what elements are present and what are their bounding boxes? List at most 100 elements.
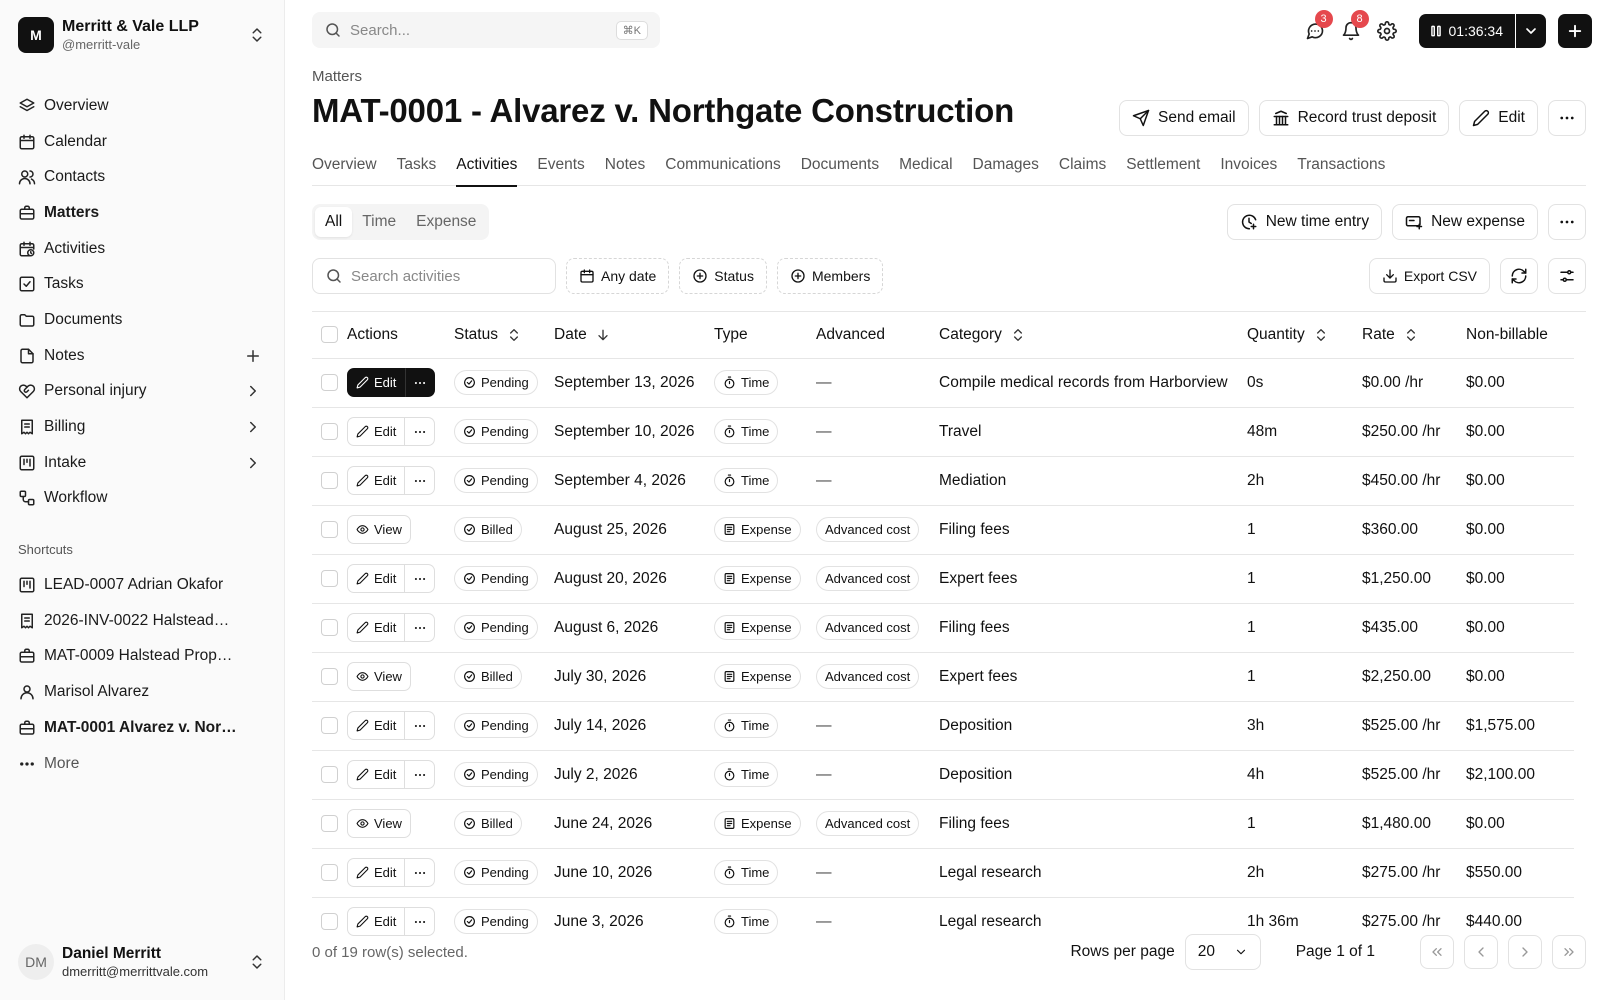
edit-row-button[interactable]: Edit <box>347 417 406 446</box>
row-checkbox[interactable] <box>321 619 338 636</box>
messages-button[interactable]: 3 <box>1297 10 1333 48</box>
shortcut-item[interactable]: More <box>0 746 284 782</box>
matter-more-button[interactable] <box>1548 100 1586 136</box>
first-page-button[interactable] <box>1420 935 1454 969</box>
tab-medical[interactable]: Medical <box>899 152 952 186</box>
edit-matter-button[interactable]: Edit <box>1459 100 1538 136</box>
column-header-date[interactable]: Date <box>554 326 714 344</box>
sidebar-item-overview[interactable]: Overview <box>0 88 284 124</box>
table-row[interactable]: View Billed July 30, 2026 Expense Advanced c… <box>312 652 1574 702</box>
sidebar-item-calendar[interactable]: Calendar <box>0 124 284 160</box>
edit-row-button[interactable]: Edit <box>347 564 406 593</box>
row-more-button[interactable] <box>405 564 436 593</box>
row-more-button[interactable] <box>405 417 436 446</box>
create-button[interactable] <box>1558 14 1592 48</box>
row-more-button[interactable] <box>405 368 436 397</box>
send-email-button[interactable]: Send email <box>1119 100 1249 136</box>
export-csv-button[interactable]: Export CSV <box>1368 258 1490 294</box>
row-more-button[interactable] <box>405 858 436 887</box>
record-trust-deposit-button[interactable]: Record trust deposit <box>1258 100 1450 136</box>
table-row[interactable]: Edit Pending July 14, 2026 Time — Deposition 3… <box>312 701 1574 751</box>
view-row-button[interactable]: View <box>347 662 411 691</box>
sidebar-item-activities[interactable]: Activities <box>0 231 284 267</box>
edit-row-button[interactable]: Edit <box>347 613 406 642</box>
plus-icon[interactable] <box>244 347 262 365</box>
new-expense-button[interactable]: New expense <box>1392 204 1538 240</box>
column-header-quantity[interactable]: Quantity <box>1247 326 1362 344</box>
segment-all[interactable]: All <box>315 207 353 237</box>
table-row[interactable]: Edit Pending July 2, 2026 Time — Deposition 4h… <box>312 750 1574 800</box>
new-time-entry-button[interactable]: New time entry <box>1226 204 1383 240</box>
breadcrumb[interactable]: Matters <box>312 68 362 85</box>
rows-per-page-select[interactable]: 20 <box>1184 934 1261 970</box>
edit-row-button[interactable]: Edit <box>347 466 406 495</box>
row-checkbox[interactable] <box>321 472 338 489</box>
sidebar-item-workflow[interactable]: Workflow <box>0 481 284 517</box>
row-more-button[interactable] <box>405 613 436 642</box>
sidebar-item-notes[interactable]: Notes <box>0 338 284 374</box>
tab-claims[interactable]: Claims <box>1059 152 1106 186</box>
shortcut-item[interactable]: MAT-0001 Alvarez v. Nor… <box>0 710 284 746</box>
sidebar-item-matters[interactable]: Matters <box>0 195 284 231</box>
timer-menu-button[interactable] <box>1516 14 1546 48</box>
row-more-button[interactable] <box>405 466 436 495</box>
row-checkbox[interactable] <box>321 913 338 930</box>
view-row-button[interactable]: View <box>347 515 411 544</box>
refresh-button[interactable] <box>1500 258 1538 294</box>
timer-button[interactable]: 01:36:34 <box>1418 14 1515 48</box>
row-more-button[interactable] <box>405 711 436 740</box>
segment-expense[interactable]: Expense <box>406 207 486 237</box>
column-header-status[interactable]: Status <box>454 326 554 344</box>
table-row[interactable]: Edit Pending September 13, 2026 Time — Compil… <box>312 358 1574 408</box>
row-checkbox[interactable] <box>321 766 338 783</box>
tab-communications[interactable]: Communications <box>665 152 780 186</box>
shortcut-item[interactable]: Marisol Alvarez <box>0 674 284 710</box>
column-header-rate[interactable]: Rate <box>1362 326 1466 344</box>
org-switcher[interactable]: M Merritt & Vale LLP @merritt-vale <box>0 0 284 54</box>
tab-tasks[interactable]: Tasks <box>397 152 437 186</box>
sidebar-item-billing[interactable]: Billing <box>0 409 284 445</box>
table-row[interactable]: View Billed August 25, 2026 Expense Advanced… <box>312 505 1574 555</box>
sidebar-item-contacts[interactable]: Contacts <box>0 159 284 195</box>
row-checkbox[interactable] <box>321 815 338 832</box>
select-all-checkbox[interactable] <box>321 326 338 344</box>
tab-notes[interactable]: Notes <box>605 152 646 186</box>
row-checkbox[interactable] <box>321 717 338 734</box>
date-filter[interactable]: Any date <box>566 258 670 294</box>
edit-row-button[interactable]: Edit <box>347 711 406 740</box>
global-search[interactable]: Search... ⌘K <box>312 12 660 48</box>
user-menu[interactable]: DM Daniel Merritt dmerritt@merrittvale.c… <box>0 924 284 1000</box>
tab-overview[interactable]: Overview <box>312 152 377 186</box>
tab-damages[interactable]: Damages <box>973 152 1039 186</box>
sidebar-item-tasks[interactable]: Tasks <box>0 266 284 302</box>
row-checkbox[interactable] <box>321 374 338 391</box>
shortcut-item[interactable]: 2026-INV-0022 Halstead… <box>0 603 284 639</box>
view-options-button[interactable] <box>1548 258 1586 294</box>
settings-button[interactable] <box>1369 14 1405 48</box>
shortcut-item[interactable]: MAT-0009 Halstead Prop… <box>0 639 284 675</box>
row-checkbox[interactable] <box>321 521 338 538</box>
notifications-button[interactable]: 8 <box>1333 10 1369 48</box>
status-filter[interactable]: Status <box>679 258 767 294</box>
sidebar-item-documents[interactable]: Documents <box>0 302 284 338</box>
row-checkbox[interactable] <box>321 423 338 440</box>
tab-documents[interactable]: Documents <box>801 152 879 186</box>
row-checkbox[interactable] <box>321 668 338 685</box>
edit-row-button[interactable]: Edit <box>347 760 406 789</box>
members-filter[interactable]: Members <box>776 258 884 294</box>
tab-settlement[interactable]: Settlement <box>1126 152 1200 186</box>
table-row[interactable]: Edit Pending June 10, 2026 Time — Legal resea… <box>312 848 1574 898</box>
activities-more-button[interactable] <box>1548 204 1586 240</box>
next-page-button[interactable] <box>1508 935 1542 969</box>
view-row-button[interactable]: View <box>347 809 411 838</box>
edit-row-button[interactable]: Edit <box>347 368 406 397</box>
tab-events[interactable]: Events <box>537 152 584 186</box>
segment-time[interactable]: Time <box>352 207 406 237</box>
tab-activities[interactable]: Activities <box>456 152 518 187</box>
shortcut-item[interactable]: LEAD-0007 Adrian Okafor <box>0 567 284 603</box>
sidebar-item-personal-injury[interactable]: Personal injury <box>0 374 284 410</box>
row-checkbox[interactable] <box>321 864 338 881</box>
table-row[interactable]: Edit Pending September 10, 2026 Time — Travel… <box>312 407 1574 457</box>
sidebar-item-intake[interactable]: Intake <box>0 445 284 481</box>
table-row[interactable]: Edit Pending September 4, 2026 Time — Mediati… <box>312 456 1574 506</box>
